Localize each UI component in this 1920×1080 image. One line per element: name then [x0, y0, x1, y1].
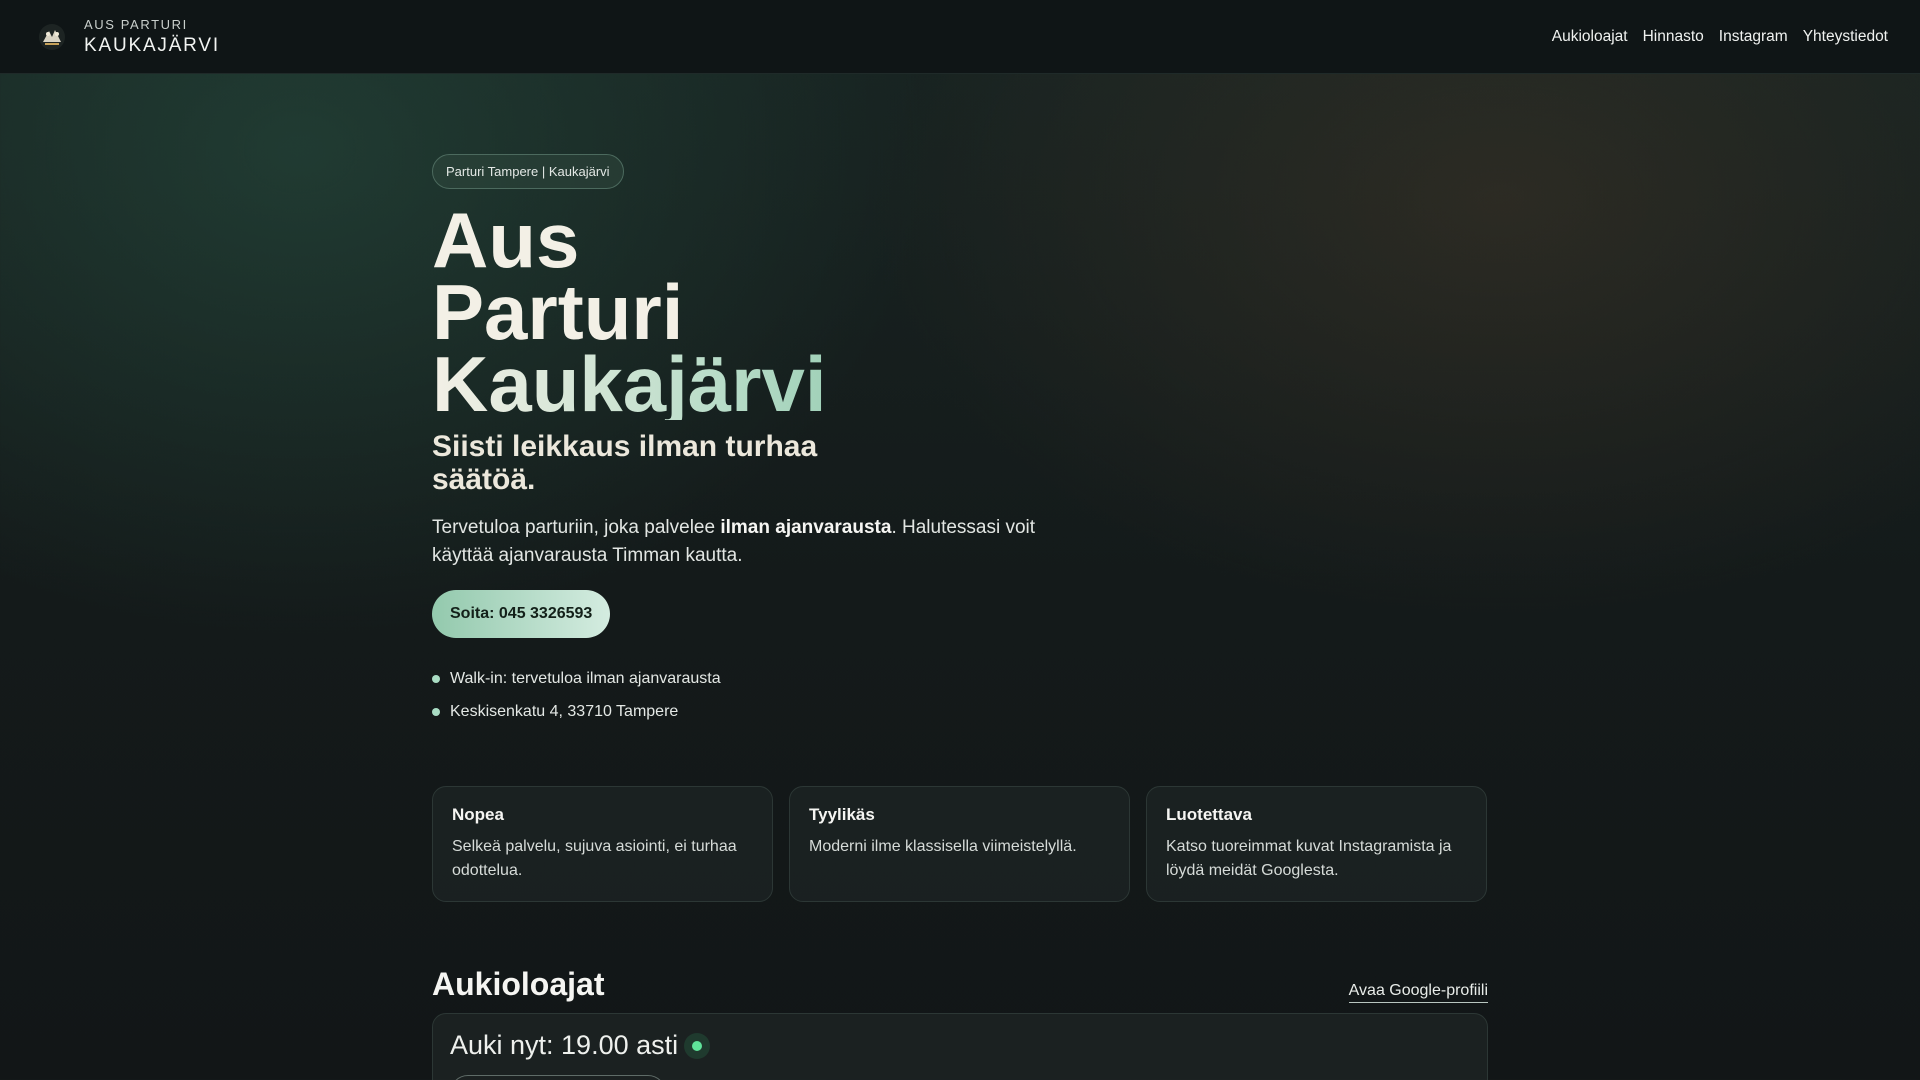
feature-card-tyylikas: Tyylikäs Moderni ilme klassisella viimei…: [789, 786, 1130, 902]
open-status-text: Auki nyt: 19.00 asti: [450, 1030, 679, 1060]
hero-title: Aus Parturi Kaukajärvi: [432, 196, 912, 423]
hours-title: Aukioloajat: [432, 966, 605, 1002]
feature-card-text: Katso tuoreimmat kuvat Instagramista ja …: [1166, 838, 1452, 879]
nav-link-instagram[interactable]: Instagram: [1719, 28, 1788, 46]
facts-list: Walk-in: tervetuloa ilman ajanvarausta K…: [432, 662, 1488, 728]
hero-title-line-3: Kaukajärvi: [432, 345, 912, 423]
feature-card-title: Nopea: [452, 805, 504, 824]
nav-link-aukioloajat[interactable]: Aukioloajat: [1552, 28, 1628, 46]
main-nav: Aukioloajat Hinnasto Instagram Yhteystie…: [1552, 28, 1888, 46]
open-status-indicator: [684, 1032, 711, 1059]
call-button[interactable]: Soita: 045 3326593: [432, 590, 611, 638]
location-badge: Parturi Tampere | Kaukajärvi: [432, 154, 624, 189]
nav-link-yhteystiedot[interactable]: Yhteystiedot: [1803, 28, 1888, 46]
feature-card-title: Tyylikäs: [809, 805, 875, 824]
intro-text-start: Tervetuloa parturiin, joka palvelee: [432, 517, 721, 538]
opening-hours-section: Aukioloajat Avaa Google-profiili Auki ny…: [432, 966, 1488, 1080]
hero-title-line-1: Aus: [432, 196, 580, 284]
feature-card-title: Luotettava: [1166, 805, 1252, 824]
hero-subtitle: Siisti leikkaus ilman turhaa säätöä.: [432, 430, 818, 496]
intro-text-emphasis: ilman ajanvarausta: [720, 517, 892, 538]
bullet-dot-icon: [432, 707, 440, 716]
barber-logo-icon: [36, 21, 68, 53]
nav-link-hinnasto[interactable]: Hinnasto: [1643, 28, 1704, 46]
list-item: Walk-in: tervetuloa ilman ajanvarausta: [432, 662, 1488, 695]
open-status: Auki nyt: 19.00 asti: [450, 1030, 1470, 1061]
brand-subtitle: AUS PARTURI: [84, 17, 188, 32]
feature-card-text: Moderni ilme klassisella viimeistelyllä.: [809, 838, 1077, 855]
hours-card: Auki nyt: 19.00 asti: [432, 1013, 1488, 1080]
google-profile-link[interactable]: Avaa Google-profiili: [1348, 982, 1488, 1003]
hours-toggle-button[interactable]: [450, 1075, 666, 1080]
feature-cards: Nopea Selkeä palvelu, sujuva asiointi, e…: [432, 786, 1488, 902]
fact-address: Keskisenkatu 4, 33710 Tampere: [450, 702, 679, 720]
fact-walk-in: Walk-in: tervetuloa ilman ajanvarausta: [450, 669, 721, 687]
feature-card-nopea: Nopea Selkeä palvelu, sujuva asiointi, e…: [432, 786, 773, 902]
brand[interactable]: AUS PARTURI KAUKAJÄRVI: [36, 18, 220, 55]
list-item: Keskisenkatu 4, 33710 Tampere: [432, 695, 1488, 728]
status-dot-icon: [692, 1040, 703, 1051]
feature-card-text: Selkeä palvelu, sujuva asiointi, ei turh…: [452, 838, 737, 879]
bullet-dot-icon: [432, 674, 440, 683]
intro-text: Tervetuloa parturiin, joka palvelee ilma…: [432, 514, 1072, 570]
hero-title-line-2: Parturi: [432, 268, 684, 356]
brand-title: KAUKAJÄRVI: [84, 35, 220, 56]
feature-card-luotettava: Luotettava Katso tuoreimmat kuvat Instag…: [1146, 786, 1487, 902]
hours-header: Aukioloajat Avaa Google-profiili: [432, 966, 1488, 1003]
top-navigation-bar: AUS PARTURI KAUKAJÄRVI Aukioloajat Hinna…: [0, 0, 1920, 74]
main-content: Parturi Tampere | Kaukajärvi Aus Parturi…: [432, 154, 1488, 1080]
